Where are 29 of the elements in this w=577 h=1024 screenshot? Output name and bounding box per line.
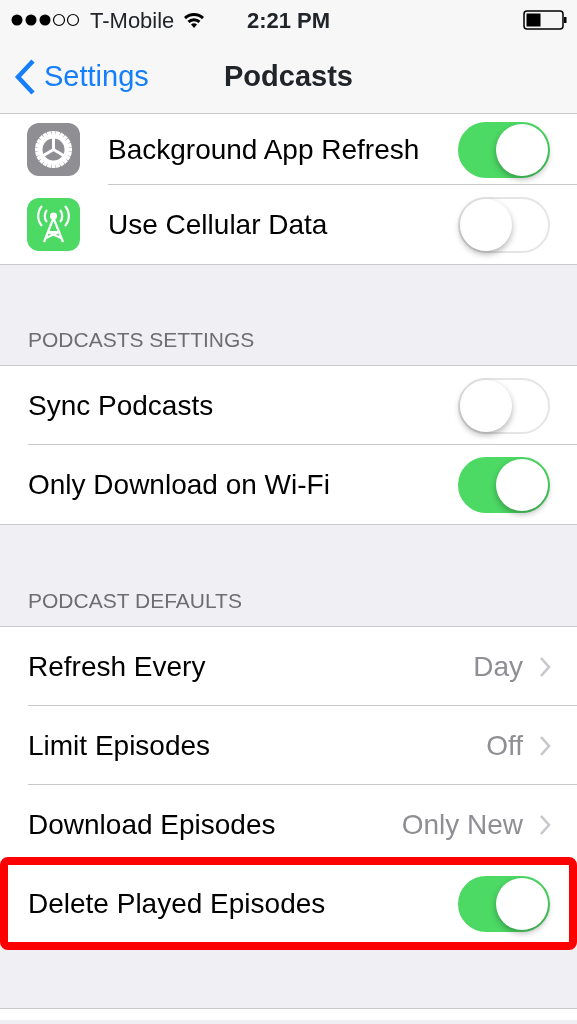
signal-strength-icon bbox=[10, 13, 82, 27]
toggle-switch[interactable] bbox=[458, 875, 550, 932]
setting-label: Delete Played Episodes bbox=[28, 886, 326, 921]
section-header: PODCAST DEFAULTS bbox=[27, 587, 242, 614]
setting-value: Off bbox=[486, 728, 523, 763]
setting-label: Background App Refresh bbox=[108, 132, 420, 167]
back-button[interactable]: Settings bbox=[0, 54, 149, 99]
setting-label: Sync Podcasts bbox=[28, 388, 214, 423]
screen-title: Podcasts bbox=[224, 58, 353, 94]
chevron-right-icon[interactable] bbox=[539, 813, 551, 836]
gear-icon bbox=[27, 123, 80, 176]
cellular-antenna-icon bbox=[27, 198, 80, 251]
carrier-name: T-Mobile bbox=[90, 6, 175, 35]
setting-label: Limit Episodes bbox=[28, 728, 211, 763]
toggle-switch[interactable] bbox=[458, 456, 550, 513]
setting-label: Download Episodes bbox=[28, 807, 276, 842]
chevron-right-icon[interactable] bbox=[539, 734, 551, 757]
setting-label: Refresh Every bbox=[28, 649, 206, 684]
setting-value: Only New bbox=[401, 807, 523, 842]
chevron-right-icon[interactable] bbox=[539, 655, 551, 678]
wifi-icon bbox=[182, 11, 207, 29]
setting-value: Day bbox=[473, 649, 523, 684]
section-header: PODCASTS SETTINGS bbox=[27, 326, 255, 353]
toggle-switch[interactable] bbox=[458, 121, 550, 178]
setting-label: Only Download on Wi-Fi bbox=[28, 467, 330, 502]
setting-label: Use Cellular Data bbox=[108, 207, 328, 242]
back-chevron-icon bbox=[14, 58, 36, 95]
status-time: 2:21 PM bbox=[246, 6, 331, 35]
battery-icon bbox=[523, 10, 567, 30]
